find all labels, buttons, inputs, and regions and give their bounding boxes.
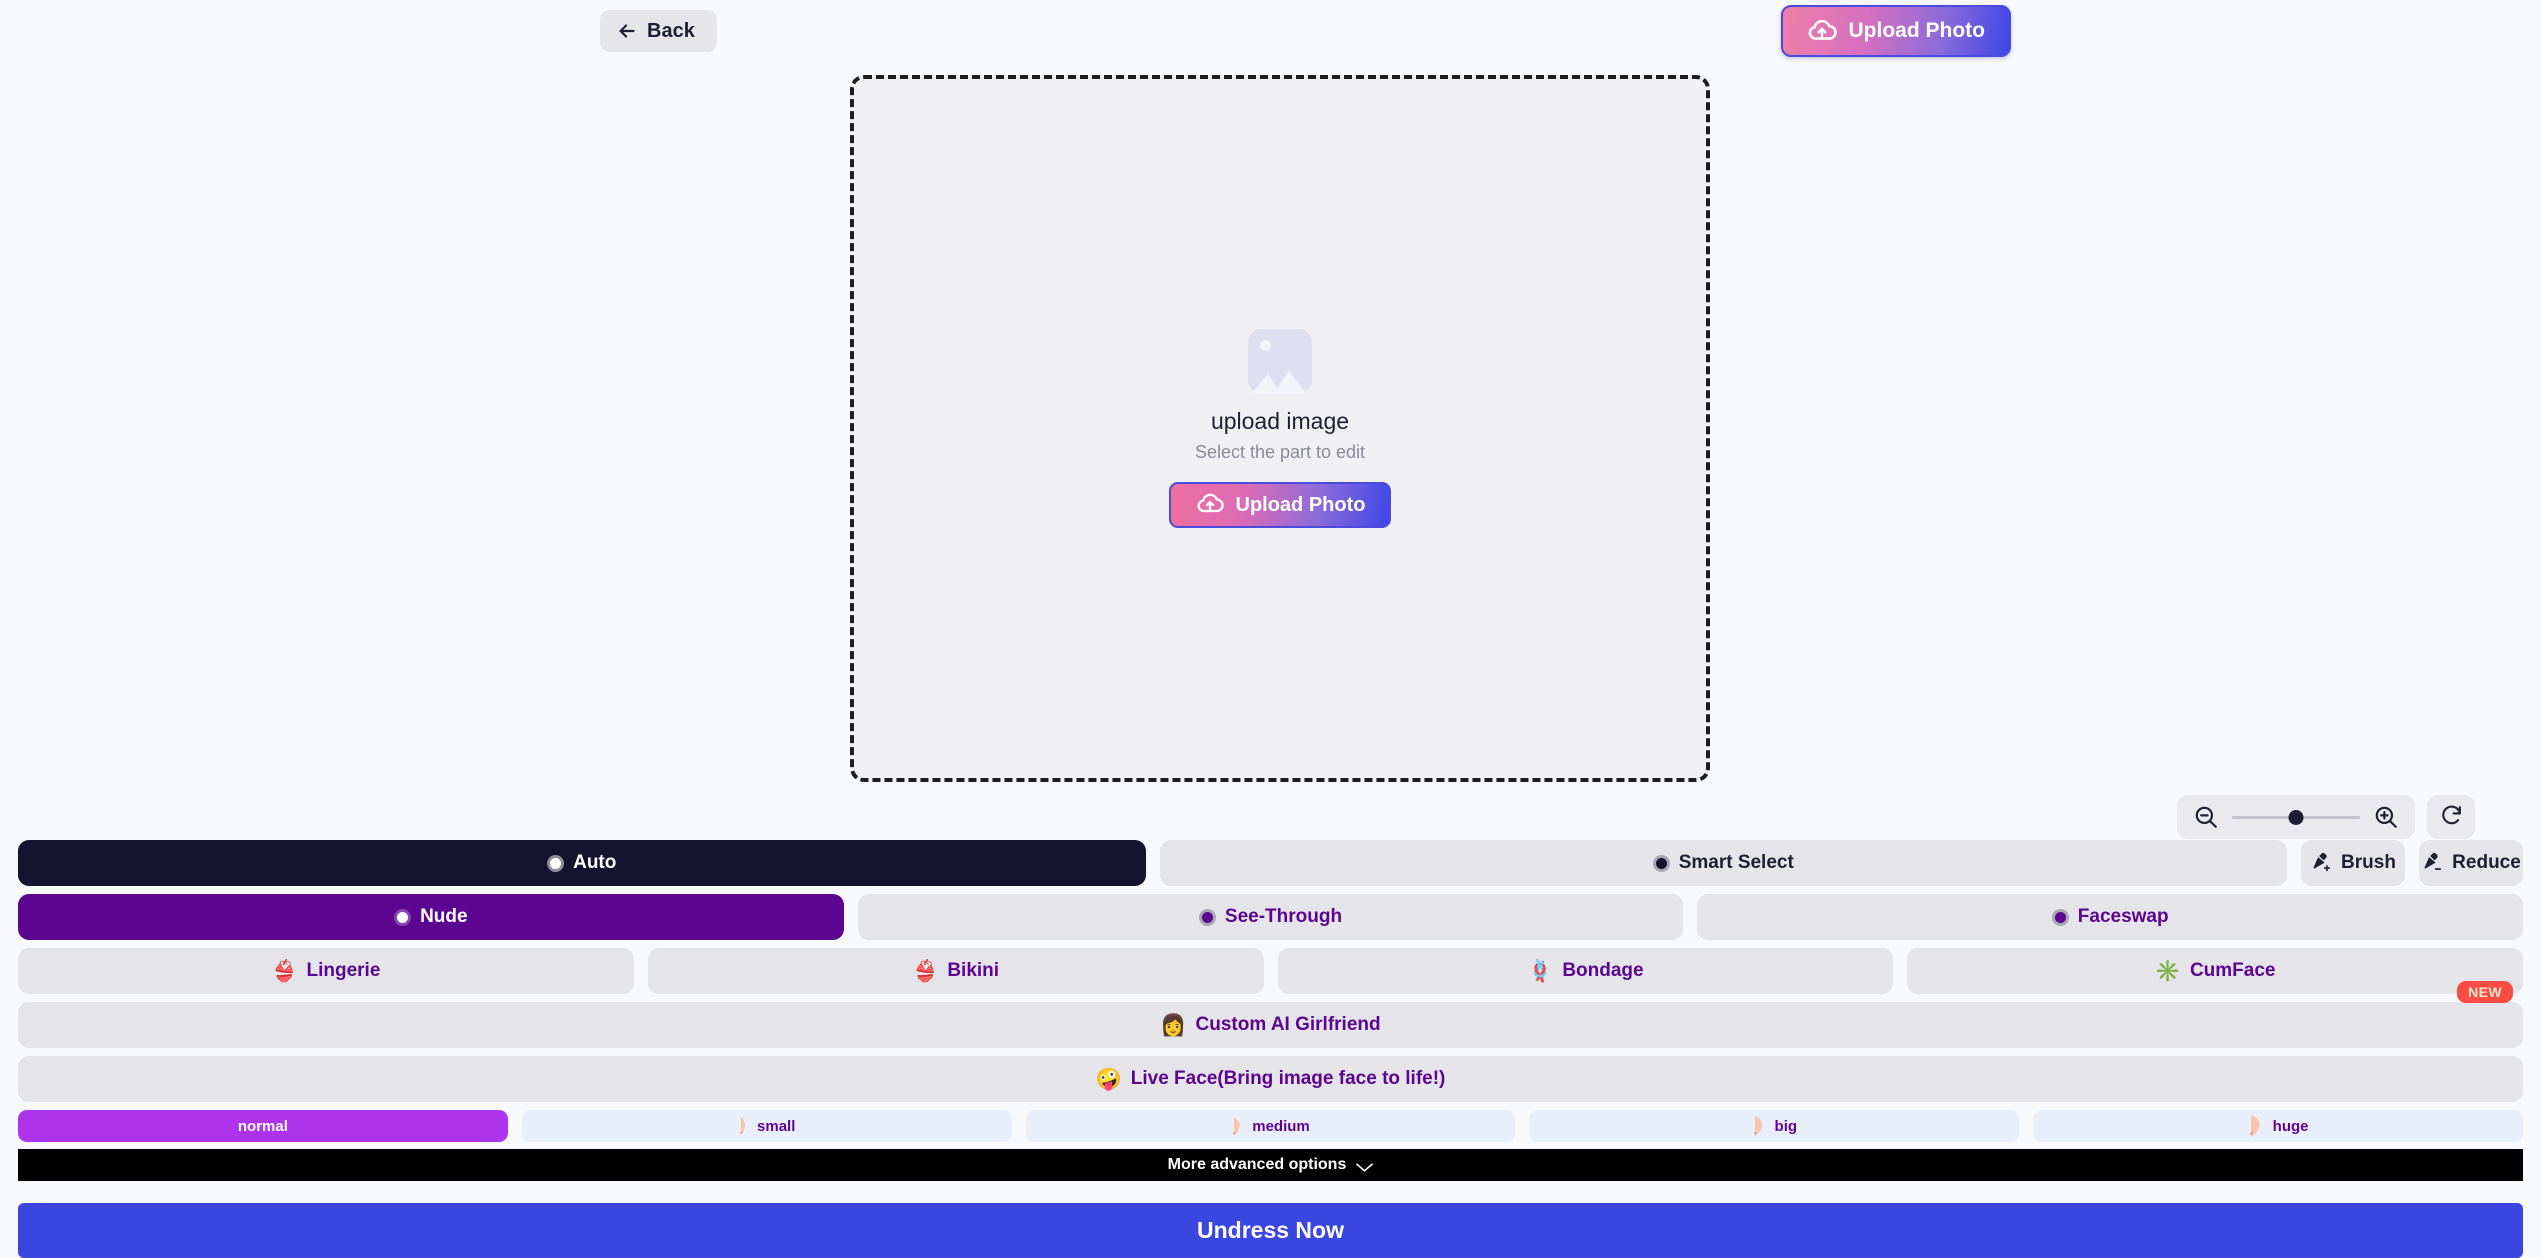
- breast-size-icon: [2249, 1115, 2260, 1137]
- outfit-lingerie-label: Lingerie: [306, 960, 381, 981]
- cloud-upload-icon: [1807, 16, 1837, 46]
- breast-size-medium[interactable]: medium: [1025, 1110, 1516, 1142]
- outfit-bondage[interactable]: 🪢 Bondage: [1277, 948, 1894, 994]
- mode-nude[interactable]: Nude: [18, 894, 844, 940]
- outfit-cumface-label: CumFace: [2189, 960, 2276, 981]
- upload-photo-button-center-label: Upload Photo: [1235, 493, 1366, 516]
- selection-mode-row: Auto Smart Select Brush Reduce: [18, 840, 2523, 886]
- custom-ai-girlfriend-button[interactable]: 👩 Custom AI Girlfriend: [18, 1002, 2523, 1048]
- chevron-down-icon: [1356, 1160, 1374, 1172]
- dropzone-subtitle: Select the part to edit: [1194, 442, 1366, 462]
- more-advanced-options-button[interactable]: More advanced options: [18, 1149, 2523, 1181]
- breast-size-icon: [1233, 1116, 1240, 1136]
- upload-photo-button-top[interactable]: Upload Photo: [1780, 5, 2011, 57]
- upload-photo-button-top-label: Upload Photo: [1848, 19, 1985, 42]
- zoom-slider[interactable]: [2232, 806, 2360, 828]
- controls-panel: Auto Smart Select Brush Reduce Nude See-…: [0, 840, 2541, 1181]
- mode-faceswap-label: Faceswap: [2077, 906, 2169, 927]
- breast-size-icon: [740, 1117, 746, 1135]
- cloud-upload-icon: [1195, 490, 1225, 520]
- image-dropzone[interactable]: upload image Select the part to edit Upl…: [850, 75, 1710, 782]
- new-badge: NEW: [2457, 981, 2513, 1003]
- live-face-button[interactable]: 🤪 Live Face(Bring image face to life!): [18, 1056, 2523, 1102]
- breast-size-big-label: big: [1774, 1117, 1798, 1135]
- live-face-row: 🤪 Live Face(Bring image face to life!): [18, 1056, 2523, 1102]
- more-advanced-options-label: More advanced options: [1167, 1156, 1347, 1173]
- breast-size-big[interactable]: big: [1529, 1110, 2020, 1142]
- outfit-bikini-label: Bikini: [947, 960, 1000, 981]
- radio-icon: [2051, 908, 2069, 926]
- selection-mode-smart-select[interactable]: Smart Select: [1159, 840, 2287, 886]
- dropzone-content: upload image Select the part to edit Upl…: [1168, 329, 1392, 528]
- breast-size-medium-label: medium: [1252, 1117, 1310, 1135]
- dropzone-title: upload image: [1210, 408, 1350, 434]
- breast-size-small-label: small: [757, 1117, 796, 1135]
- lingerie-icon: 👙: [271, 959, 298, 983]
- reduce-tool-button[interactable]: Reduce: [2419, 840, 2523, 886]
- mode-row: Nude See-Through Faceswap: [18, 894, 2524, 940]
- zoom-slider-group: [2177, 795, 2415, 839]
- cumface-splash-icon: ✳️: [2154, 959, 2181, 983]
- brush-reduce-icon: [2421, 851, 2445, 875]
- outfit-row: 👙 Lingerie 👙 Bikini 🪢 Bondage ✳️ CumFace: [18, 948, 2523, 994]
- live-face-label: Live Face(Bring image face to life!): [1130, 1068, 1446, 1089]
- custom-ai-girlfriend-row: NEW 👩 Custom AI Girlfriend: [18, 981, 2523, 1048]
- undress-now-button[interactable]: Undress Now: [18, 1203, 2523, 1258]
- top-bar: Back Upload Photo: [0, 0, 2541, 62]
- zoom-slider-knob[interactable]: [2288, 809, 2304, 825]
- submit-row: Undress Now: [0, 1203, 2541, 1258]
- rotate-button[interactable]: [2427, 795, 2475, 839]
- rotate-clockwise-icon: [2439, 803, 2464, 831]
- zoom-toolbar: [2177, 795, 2475, 839]
- custom-ai-girlfriend-label: Custom AI Girlfriend: [1195, 1014, 1381, 1035]
- upload-photo-button-center[interactable]: Upload Photo: [1168, 482, 1392, 528]
- mode-see-through[interactable]: See-Through: [857, 894, 1684, 940]
- back-button-label: Back: [647, 19, 695, 42]
- outfit-cumface[interactable]: ✳️ CumFace: [1907, 948, 2523, 994]
- zoom-out-icon[interactable]: [2193, 804, 2219, 830]
- breast-size-icon: [1753, 1116, 1762, 1136]
- selection-mode-smart-select-label: Smart Select: [1678, 852, 1794, 873]
- mode-faceswap[interactable]: Faceswap: [1697, 894, 2524, 940]
- breast-size-row: normal small medium big huge: [18, 1110, 2523, 1142]
- outfit-bondage-label: Bondage: [1562, 960, 1644, 981]
- bondage-rope-icon: 🪢: [1527, 959, 1554, 983]
- live-face-icon: 🤪: [1095, 1067, 1122, 1091]
- breast-size-small[interactable]: small: [521, 1110, 1012, 1142]
- selection-mode-auto-label: Auto: [573, 852, 617, 873]
- ai-girlfriend-icon: 👩: [1160, 1013, 1187, 1037]
- zoom-in-icon[interactable]: [2373, 804, 2399, 830]
- breast-size-huge[interactable]: huge: [2033, 1110, 2523, 1142]
- back-button[interactable]: Back: [600, 10, 717, 52]
- outfit-lingerie[interactable]: 👙 Lingerie: [18, 948, 634, 994]
- breast-size-normal-label: normal: [237, 1117, 288, 1135]
- mode-nude-label: Nude: [420, 906, 468, 927]
- placeholder-sun-dot: [1259, 340, 1271, 351]
- outfit-bikini[interactable]: 👙 Bikini: [647, 948, 1264, 994]
- radio-icon: [1198, 908, 1216, 926]
- brush-tool-button[interactable]: Brush: [2301, 840, 2405, 886]
- breast-size-huge-label: huge: [2272, 1117, 2309, 1135]
- radio-icon: [1652, 854, 1670, 872]
- placeholder-mountains: [1251, 371, 1306, 393]
- undress-now-label: Undress Now: [1197, 1217, 1344, 1243]
- arrow-left-icon: [616, 20, 638, 42]
- reduce-tool-label: Reduce: [2452, 852, 2521, 873]
- radio-selected-icon: [394, 908, 412, 926]
- mode-see-through-label: See-Through: [1224, 906, 1343, 927]
- app-root: Back Upload Photo upload image Select th…: [0, 0, 2541, 1258]
- brush-tool-label: Brush: [2341, 852, 2396, 873]
- brush-add-icon: [2310, 851, 2334, 875]
- selection-mode-auto[interactable]: Auto: [18, 840, 1146, 886]
- bikini-icon: 👙: [912, 959, 939, 983]
- breast-size-normal[interactable]: normal: [18, 1110, 508, 1142]
- image-placeholder-icon: [1247, 329, 1312, 393]
- radio-selected-icon: [547, 854, 565, 872]
